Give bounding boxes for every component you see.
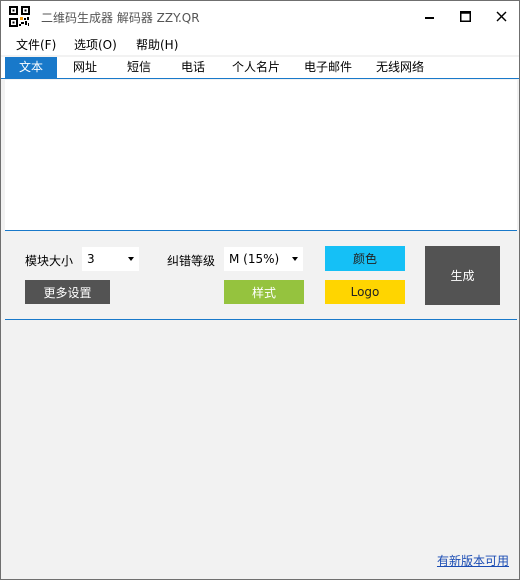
module-size-label: 模块大小 — [25, 254, 74, 268]
tab-business-card[interactable]: 个人名片 — [226, 57, 286, 79]
close-button[interactable] — [483, 1, 519, 31]
close-icon — [496, 11, 506, 21]
menu-help[interactable]: 帮助(H) — [136, 36, 178, 53]
qr-code-app-icon — [9, 6, 30, 27]
maximize-icon — [459, 10, 471, 22]
module-size-select[interactable]: 3 — [82, 247, 139, 271]
maximize-button[interactable] — [447, 1, 483, 31]
color-button[interactable]: 颜色 — [325, 246, 405, 271]
minimize-button[interactable] — [412, 1, 448, 31]
minimize-icon — [425, 17, 434, 19]
title-bar: 二维码生成器 解码器 ZZY.QR — [1, 1, 519, 31]
tab-strip: 文本 网址 短信 电话 个人名片 电子邮件 无线网络 — [1, 57, 519, 79]
chevron-down-icon — [128, 257, 134, 261]
tab-email[interactable]: 电子邮件 — [298, 57, 358, 79]
tab-text[interactable]: 文本 — [5, 57, 57, 79]
style-button[interactable]: 样式 — [224, 280, 304, 304]
menu-options[interactable]: 选项(O) — [74, 36, 117, 53]
module-size-value: 3 — [87, 252, 95, 266]
tab-sms[interactable]: 短信 — [115, 57, 163, 79]
content-textarea[interactable] — [5, 80, 517, 231]
app-window: 二维码生成器 解码器 ZZY.QR 文件(F) 选项(O) 帮助(H) 文本 网… — [0, 0, 520, 580]
ecc-level-label: 纠错等级 — [167, 254, 216, 268]
ecc-level-select[interactable]: M (15%) — [224, 247, 303, 271]
tab-phone[interactable]: 电话 — [169, 57, 217, 79]
tab-wifi[interactable]: 无线网络 — [370, 57, 430, 79]
more-settings-button[interactable]: 更多设置 — [25, 280, 110, 304]
menu-bar: 文件(F) 选项(O) 帮助(H) — [1, 31, 519, 55]
divider — [5, 319, 517, 320]
window-title: 二维码生成器 解码器 ZZY.QR — [41, 11, 200, 25]
qr-preview-area — [5, 321, 517, 575]
generate-button[interactable]: 生成 — [425, 246, 500, 305]
ecc-level-value: M (15%) — [229, 252, 280, 266]
tab-url[interactable]: 网址 — [61, 57, 109, 79]
menu-file[interactable]: 文件(F) — [16, 36, 56, 53]
update-available-link[interactable]: 有新版本可用 — [437, 552, 509, 569]
logo-button[interactable]: Logo — [325, 280, 405, 304]
chevron-down-icon — [292, 257, 298, 261]
